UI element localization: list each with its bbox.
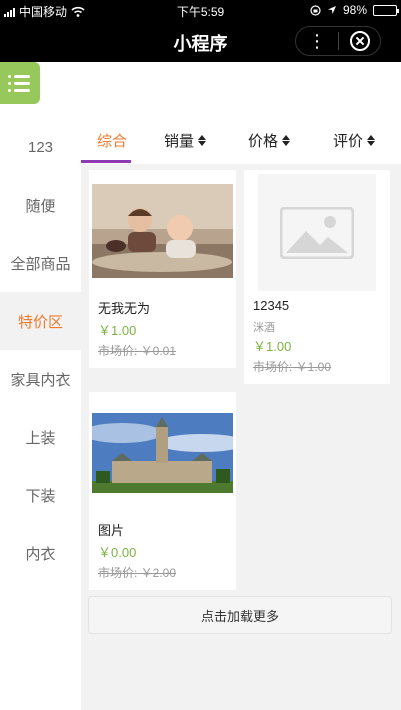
load-more-button[interactable]: 点击加载更多 xyxy=(88,596,392,634)
product-market-price: 市场价: ￥2.00 xyxy=(98,566,177,580)
tab-overall[interactable]: 综合 xyxy=(97,130,127,151)
tab-label: 销量 xyxy=(164,133,195,150)
product-name: 图片 xyxy=(98,523,125,538)
battery-icon xyxy=(373,4,399,16)
close-icon xyxy=(349,31,370,51)
product-card[interactable]: 图片 ￥0.00 市场价: ￥2.00 xyxy=(89,392,236,590)
product-price: ￥0.00 xyxy=(98,545,137,560)
product-market-price: 市场价: ￥1.00 xyxy=(253,360,332,374)
placeholder-image-icon xyxy=(258,174,376,291)
product-image-kids xyxy=(92,184,233,278)
sidebar-item-home-underwear[interactable]: 家具内衣 xyxy=(0,350,81,408)
orientation-lock-icon xyxy=(310,4,321,16)
tab-label: 评价 xyxy=(333,133,364,150)
product-subtitle: 洣酒 xyxy=(253,322,275,334)
status-bar: 中国移动 下午5:59 98% xyxy=(0,0,401,20)
product-market-price: 市场价: ￥0.01 xyxy=(98,344,177,358)
tab-label: 价格 xyxy=(248,133,279,150)
sidebar-item-all-products[interactable]: 全部商品 xyxy=(0,234,81,292)
miniprogram-capsule: ⋮ xyxy=(295,26,381,56)
tab-sales[interactable]: 销量 xyxy=(164,130,207,151)
product-price: ￥1.00 xyxy=(98,323,137,338)
product-name: 无我无为 xyxy=(98,301,151,316)
header-band xyxy=(0,62,401,118)
more-options-button[interactable]: ⋮ xyxy=(296,32,338,50)
menu-button[interactable] xyxy=(0,62,40,104)
menu-icon xyxy=(8,74,40,78)
location-icon xyxy=(327,6,336,14)
active-tab-indicator xyxy=(81,160,131,163)
sidebar-item-123[interactable]: 123 xyxy=(0,118,81,176)
sidebar-item-tops[interactable]: 上装 xyxy=(0,408,81,466)
product-name: 12345 xyxy=(253,298,290,313)
close-button[interactable] xyxy=(339,31,380,51)
sort-arrows-icon xyxy=(282,135,291,146)
sidebar-item-special-offers[interactable]: 特价区 xyxy=(0,292,81,350)
product-card[interactable]: 无我无为 ￥1.00 市场价: ￥0.01 xyxy=(89,170,236,368)
sort-tabs: 综合 销量 价格 评价 xyxy=(81,118,401,164)
tab-rating[interactable]: 评价 xyxy=(333,130,376,151)
category-sidebar: 123 随便 全部商品 特价区 家具内衣 上装 下装 内衣 xyxy=(0,118,81,710)
sidebar-item-underwear[interactable]: 内衣 xyxy=(0,524,81,582)
navigation-bar: 小程序 ⋮ xyxy=(0,20,401,62)
sort-arrows-icon xyxy=(367,135,376,146)
sidebar-item-bottoms[interactable]: 下装 xyxy=(0,466,81,524)
sort-arrows-icon xyxy=(198,135,207,146)
battery-percent: 98% xyxy=(342,3,367,17)
tab-label: 综合 xyxy=(97,133,128,150)
product-price: ￥1.00 xyxy=(253,339,292,354)
sidebar-item-casual[interactable]: 随便 xyxy=(0,176,81,234)
product-image-parliament xyxy=(92,413,233,493)
product-card[interactable]: 12345 洣酒 ￥1.00 市场价: ￥1.00 xyxy=(244,170,390,384)
tab-price[interactable]: 价格 xyxy=(248,130,291,151)
